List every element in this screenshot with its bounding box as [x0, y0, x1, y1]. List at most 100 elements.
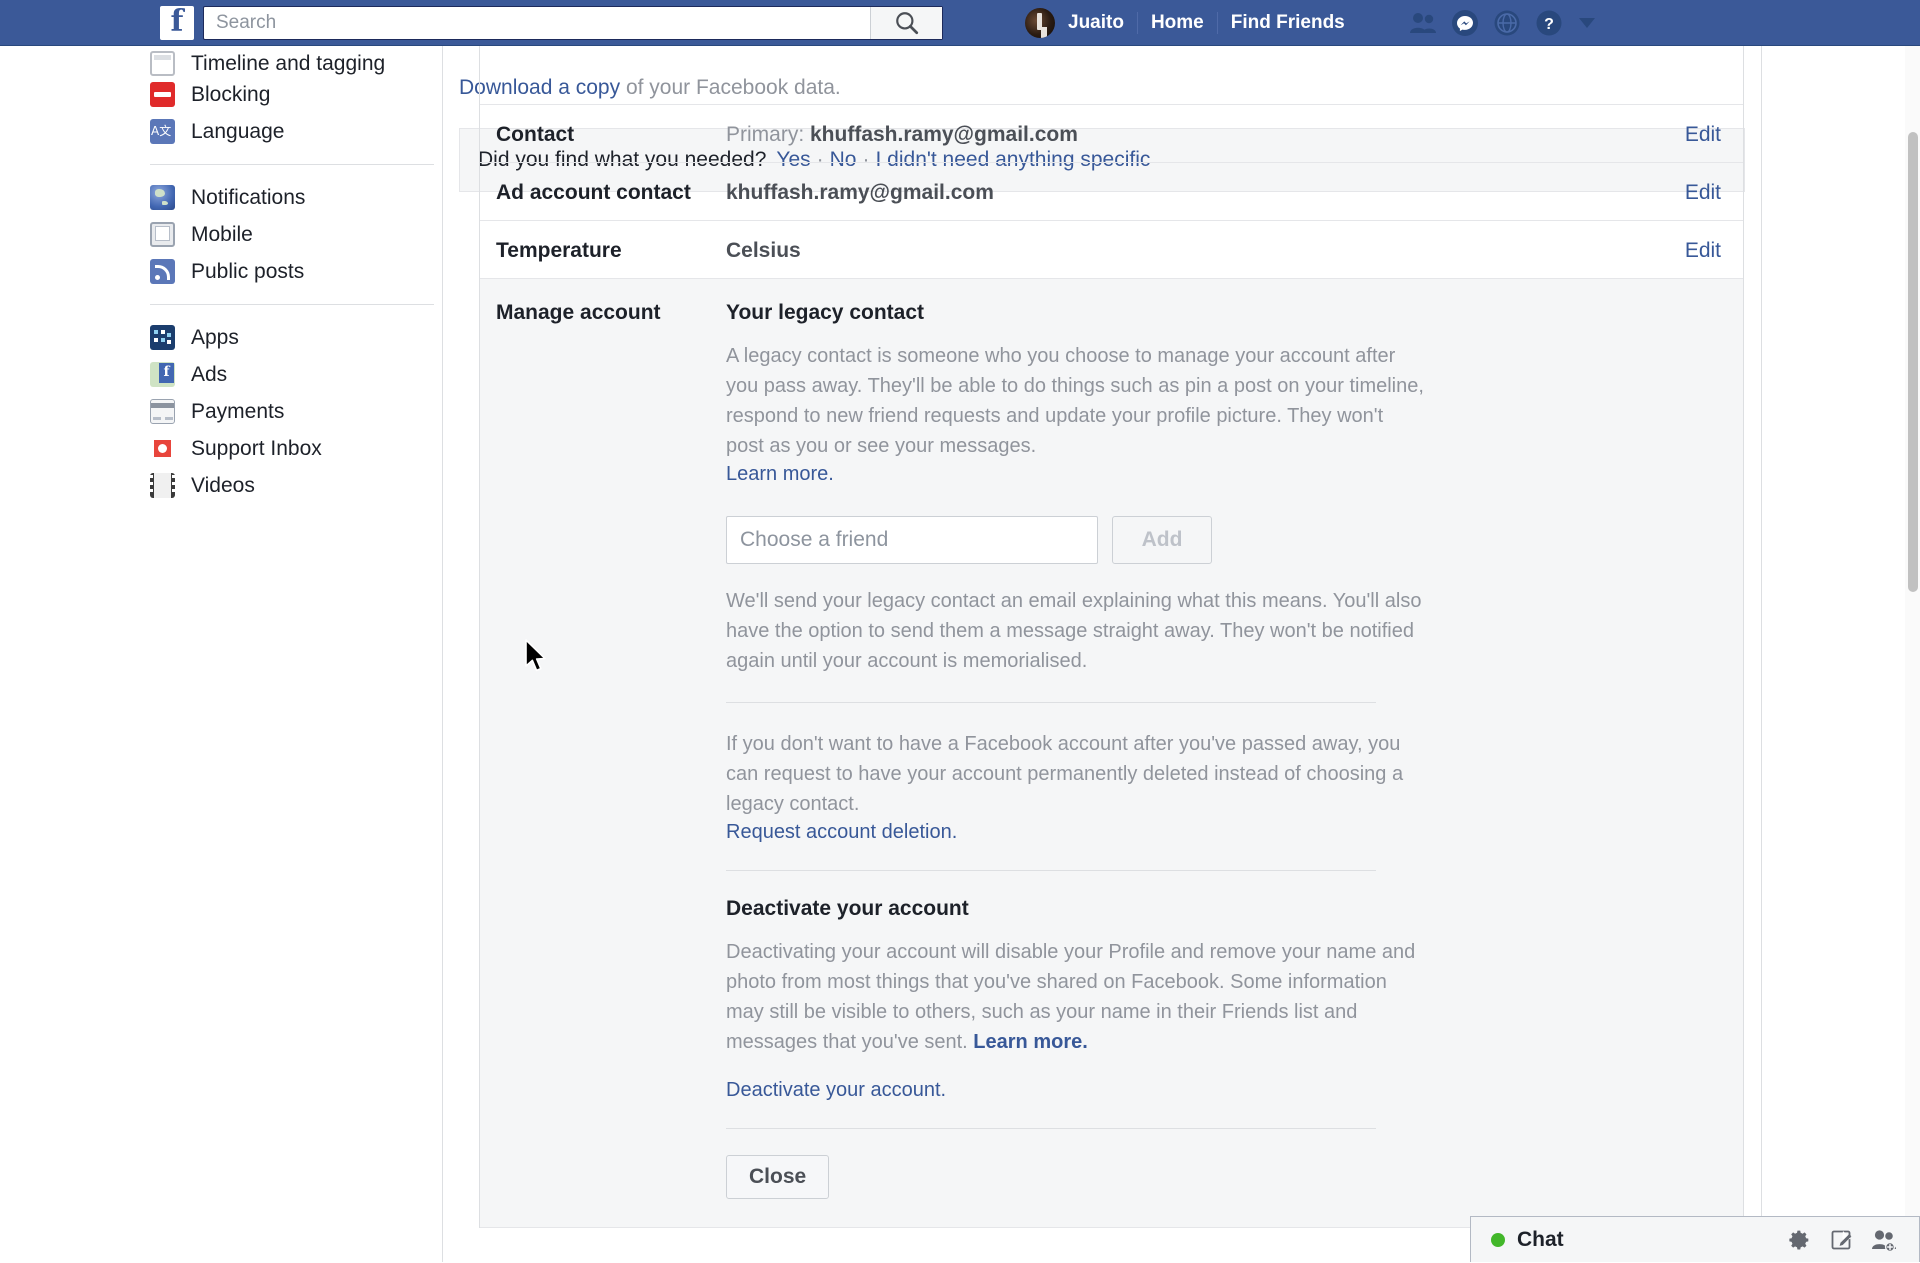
find-friends-link[interactable]: Find Friends [1218, 0, 1358, 46]
sidebar-item-label: Videos [191, 474, 255, 498]
messenger-button[interactable] [1444, 0, 1486, 46]
row-label: Temperature [480, 221, 726, 263]
svg-text:?: ? [1544, 16, 1554, 33]
row-value: khuffash.ramy@gmail.com [726, 163, 1623, 205]
chat-label: Chat [1517, 1228, 1564, 1252]
legacy-learn-more-link[interactable]: Learn more. [726, 463, 834, 485]
legacy-email-note: We'll send your legacy contact an email … [726, 586, 1426, 676]
main-content: Contact Primary: khuffash.ramy@gmail.com… [442, 46, 1762, 1262]
support-inbox-icon [150, 436, 175, 461]
sidebar-divider [150, 304, 434, 305]
timeline-icon [150, 51, 175, 76]
sidebar-item-payments[interactable]: Payments [142, 393, 442, 430]
value-prefix: Primary: [726, 123, 810, 146]
mobile-icon [150, 222, 175, 247]
table-row-clipped [480, 46, 1743, 104]
sidebar-item-support-inbox[interactable]: Support Inbox [142, 430, 442, 467]
sidebar-item-label: Support Inbox [191, 437, 322, 461]
sidebar-item-label: Apps [191, 326, 239, 350]
top-navigation-bar: f Juaito Home Find Friends [0, 0, 1920, 46]
add-people-button[interactable] [1863, 1217, 1905, 1263]
manage-account-panel: Your legacy contact A legacy contact is … [726, 279, 1556, 1199]
sidebar-item-public-posts[interactable]: Public posts [142, 253, 442, 290]
legacy-contact-title: Your legacy contact [726, 301, 1556, 325]
notifications-globe-icon [1494, 10, 1520, 36]
notifications-button[interactable] [1486, 0, 1528, 46]
home-link[interactable]: Home [1138, 0, 1217, 46]
value-text: khuffash.ramy@gmail.com [810, 123, 1078, 146]
search-icon [894, 10, 920, 36]
avatar[interactable] [1025, 8, 1055, 38]
deactivate-learn-more-link[interactable]: Learn more. [973, 1031, 1087, 1053]
sidebar-item-videos[interactable]: Videos [142, 467, 442, 504]
settings-table: Contact Primary: khuffash.ramy@gmail.com… [479, 46, 1744, 1228]
friend-requests-button[interactable] [1402, 0, 1444, 46]
sidebar-item-label: Blocking [191, 83, 270, 107]
account-menu-button[interactable] [1570, 0, 1604, 46]
close-button[interactable]: Close [726, 1155, 829, 1199]
legacy-contact-description: A legacy contact is someone who you choo… [726, 341, 1426, 461]
sidebar-item-notifications[interactable]: Notifications [142, 179, 442, 216]
value-text: Celsius [726, 239, 801, 262]
row-label: Manage account [480, 279, 726, 325]
sidebar-item-label: Notifications [191, 186, 305, 210]
videos-icon [150, 473, 175, 498]
account-caret-icon [1579, 18, 1595, 28]
account-deletion-description: If you don't want to have a Facebook acc… [726, 729, 1426, 819]
row-value: Primary: khuffash.ramy@gmail.com [726, 105, 1623, 147]
search-bar [203, 6, 943, 40]
nav-icon-group: ? [1402, 0, 1604, 46]
edit-temperature-link[interactable]: Edit [1685, 239, 1721, 262]
sidebar-item-label: Mobile [191, 223, 253, 247]
value-text: khuffash.ramy@gmail.com [726, 181, 994, 204]
row-edit-cell: Edit [1623, 221, 1743, 263]
choose-a-friend-input[interactable] [726, 516, 1098, 564]
page-scrollbar-thumb[interactable] [1908, 132, 1918, 592]
friend-requests-icon [1409, 12, 1437, 34]
sidebar-item-timeline-and-tagging[interactable]: Timeline and tagging [142, 46, 442, 76]
request-account-deletion-link[interactable]: Request account deletion. [726, 821, 957, 843]
notifications-icon [150, 185, 175, 210]
payments-icon [150, 399, 175, 424]
sidebar-item-language[interactable]: Language [142, 113, 442, 150]
sidebar-item-apps[interactable]: Apps [142, 319, 442, 356]
chat-settings-button[interactable] [1779, 1217, 1821, 1263]
facebook-logo-icon[interactable]: f [160, 6, 194, 40]
row-edit-cell: Edit [1623, 105, 1743, 147]
legacy-contact-form: Add [726, 516, 1556, 564]
edit-ad-account-contact-link[interactable]: Edit [1685, 181, 1721, 204]
chat-online-status-icon [1491, 1233, 1505, 1247]
chat-icon-group [1779, 1217, 1919, 1263]
search-button[interactable] [870, 7, 942, 39]
add-legacy-contact-button[interactable]: Add [1112, 516, 1212, 564]
sidebar-divider [150, 164, 434, 165]
help-icon: ? [1536, 10, 1562, 36]
row-edit-cell: Edit [1623, 163, 1743, 205]
sidebar-item-label: Language [191, 120, 284, 144]
page-scrollbar-track[interactable] [1905, 46, 1920, 1262]
row-label: Contact [480, 105, 726, 147]
search-input[interactable] [204, 7, 870, 39]
row-value: Celsius [726, 221, 1623, 263]
new-message-button[interactable] [1821, 1217, 1863, 1263]
deactivate-your-account-link[interactable]: Deactivate your account. [726, 1079, 946, 1101]
chat-bar[interactable]: Chat [1470, 1216, 1920, 1262]
edit-contact-link[interactable]: Edit [1685, 123, 1721, 146]
sidebar-item-mobile[interactable]: Mobile [142, 216, 442, 253]
help-button[interactable]: ? [1528, 0, 1570, 46]
new-message-icon [1830, 1228, 1854, 1252]
manage-account-row: Manage account Your legacy contact A leg… [480, 278, 1743, 1228]
table-row: Ad account contact khuffash.ramy@gmail.c… [480, 162, 1743, 220]
language-icon [150, 119, 175, 144]
blocking-icon [150, 82, 175, 107]
section-divider [726, 1128, 1376, 1129]
table-row: Temperature Celsius Edit [480, 220, 1743, 278]
table-row: Contact Primary: khuffash.ramy@gmail.com… [480, 104, 1743, 162]
sidebar-item-blocking[interactable]: Blocking [142, 76, 442, 113]
profile-name-link[interactable]: Juaito [1055, 0, 1137, 46]
row-label: Ad account contact [480, 163, 726, 205]
sidebar-item-label: Ads [191, 363, 227, 387]
section-divider [726, 870, 1376, 871]
page-body: Timeline and tagging Blocking Language N… [0, 46, 1920, 1262]
sidebar-item-ads[interactable]: Ads [142, 356, 442, 393]
